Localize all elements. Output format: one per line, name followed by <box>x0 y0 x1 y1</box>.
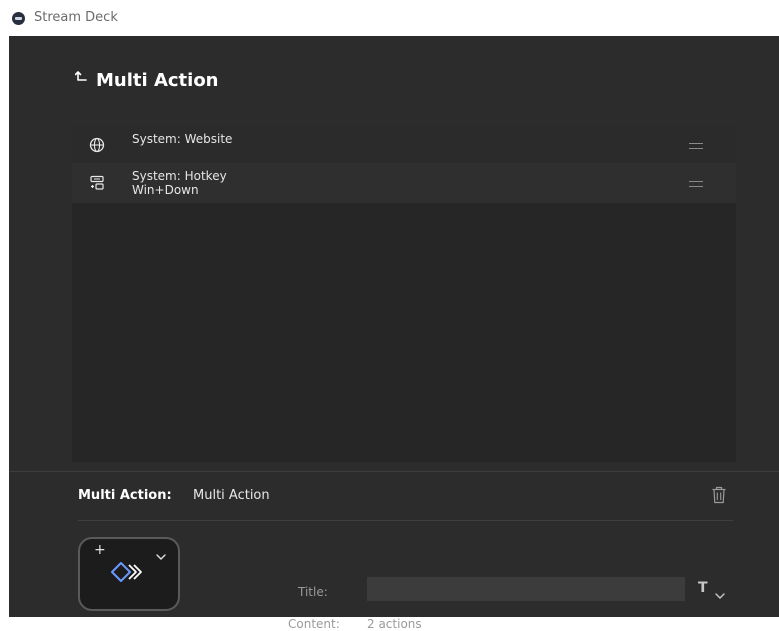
key-preview[interactable]: + <box>78 537 180 611</box>
font-settings-button[interactable]: T <box>698 580 732 600</box>
action-row-hotkey[interactable]: System: Hotkey Win+Down <box>72 163 736 203</box>
chevron-down-icon[interactable] <box>156 545 166 560</box>
action-list: System: Website System: Hotkey Win+Down <box>72 126 736 462</box>
action-sublabel: Win+Down <box>132 183 199 197</box>
app-title: Stream Deck <box>34 10 118 25</box>
properties-value: Multi Action <box>193 488 270 503</box>
content-value: 2 actions <box>367 617 422 631</box>
hotkey-icon <box>89 175 105 191</box>
back-arrow-icon[interactable] <box>74 70 87 84</box>
plus-icon[interactable]: + <box>94 542 106 558</box>
title-label: Title: <box>298 585 328 599</box>
drag-handle-icon[interactable] <box>689 143 703 149</box>
properties-divider <box>78 520 733 521</box>
action-label: System: Website <box>132 132 233 146</box>
chevron-down-icon <box>715 587 725 599</box>
stream-deck-window: Stream Deck Multi Action System: Website… <box>0 0 779 631</box>
action-label: System: Hotkey <box>132 169 227 183</box>
multi-action-icon <box>110 561 148 583</box>
trash-icon[interactable] <box>711 486 727 504</box>
content-label: Content: <box>288 617 340 631</box>
main-content: Multi Action System: Website System: Hot… <box>9 36 779 631</box>
properties-panel: Multi Action: Multi Action + Title: T Co… <box>9 472 779 631</box>
page-header: Multi Action <box>9 36 779 126</box>
text-format-icon: T <box>698 580 708 596</box>
drag-handle-icon[interactable] <box>689 181 703 187</box>
action-row-website[interactable]: System: Website <box>72 126 736 163</box>
title-input[interactable] <box>367 577 685 601</box>
page-title: Multi Action <box>96 70 219 91</box>
properties-label: Multi Action: <box>78 488 172 503</box>
title-bar: Stream Deck <box>0 0 779 36</box>
globe-icon <box>89 137 105 153</box>
stream-deck-app-icon <box>12 12 25 25</box>
